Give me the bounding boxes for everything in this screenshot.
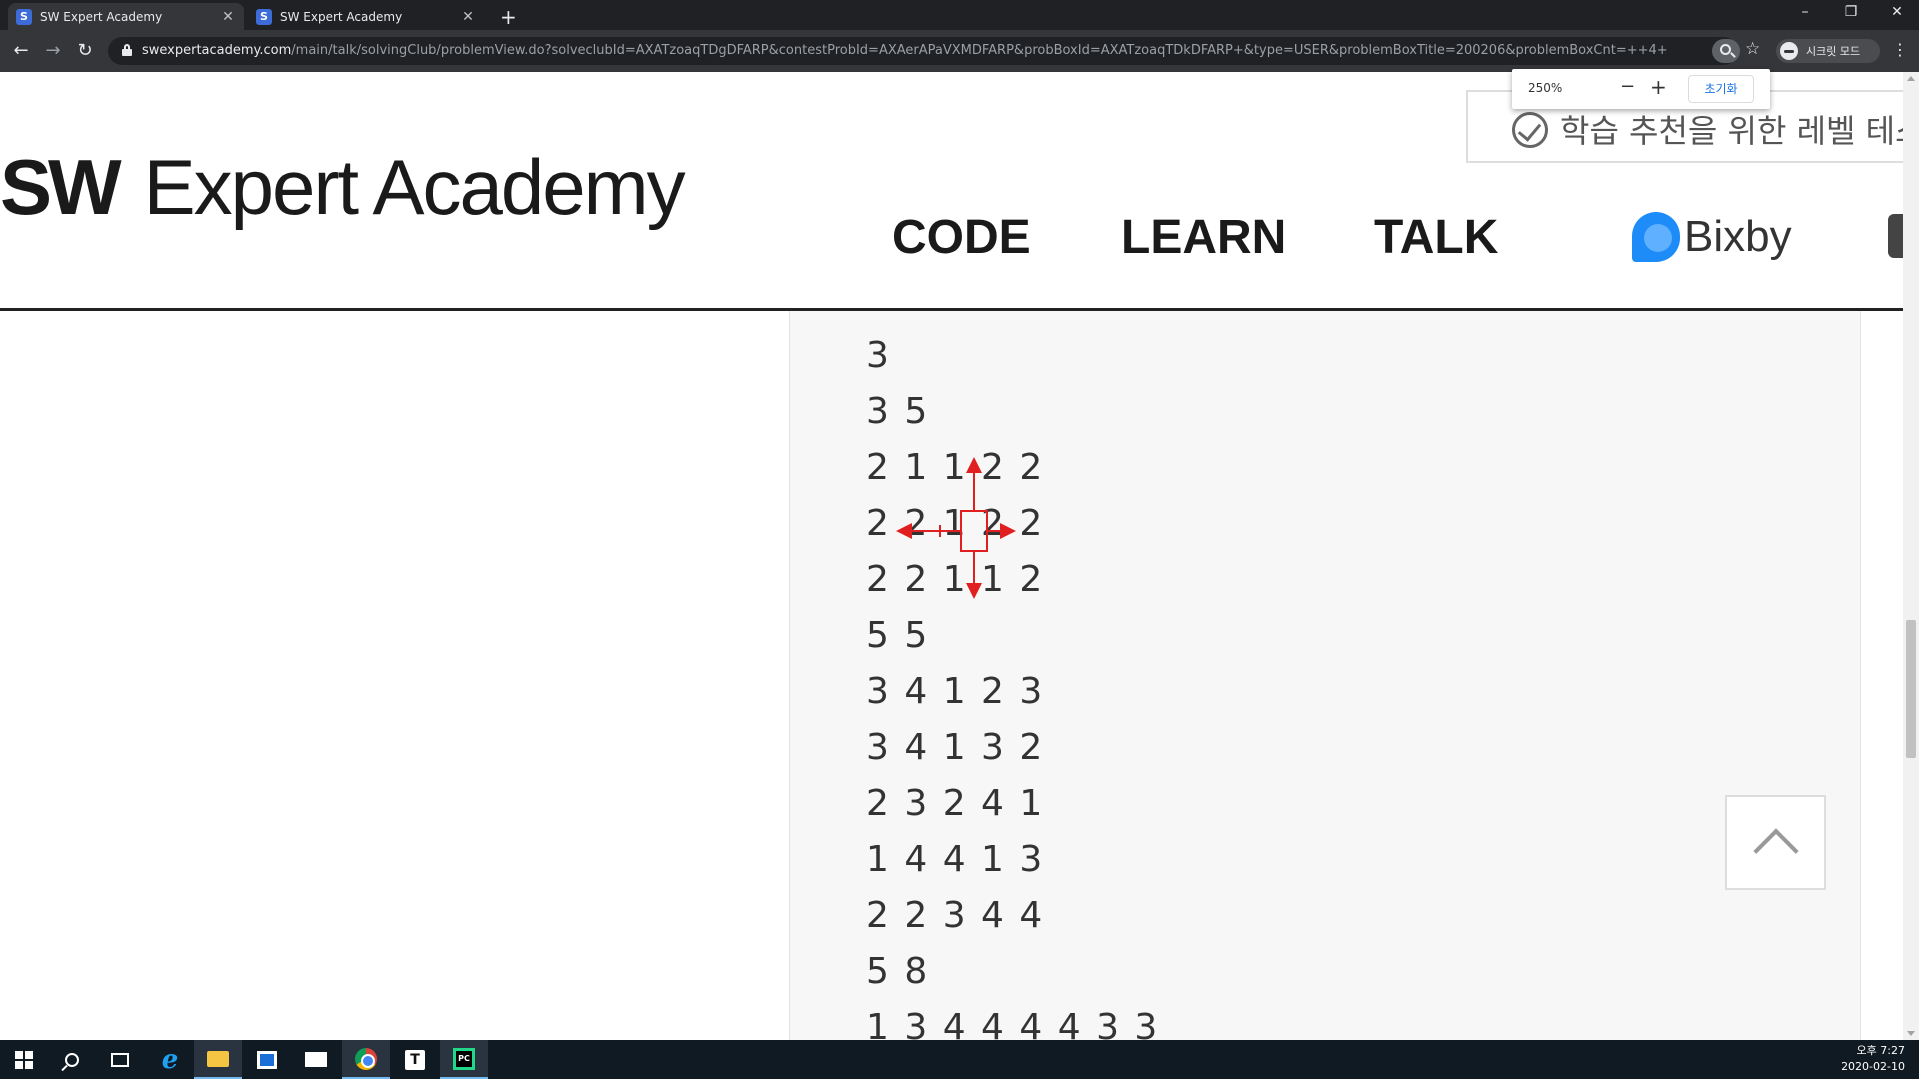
nav-learn[interactable]: LEARN xyxy=(1121,210,1286,265)
address-bar[interactable]: swexpertacademy.com/main/talk/solvingClu… xyxy=(108,37,1738,65)
input-line: 5 5 xyxy=(866,615,930,656)
input-line: 3 4 1 2 3 xyxy=(866,671,1045,712)
taskbar-store[interactable] xyxy=(243,1040,291,1079)
incognito-badge[interactable]: 시크릿 모드 xyxy=(1776,39,1880,63)
input-line: 5 8 xyxy=(866,951,930,992)
taskbar-file-explorer[interactable] xyxy=(194,1040,242,1079)
mail-icon xyxy=(305,1052,327,1067)
internet-explorer-icon: e xyxy=(161,1044,179,1075)
taskbar-chrome[interactable] xyxy=(342,1040,390,1079)
minimize-icon[interactable]: – xyxy=(1790,4,1820,20)
check-circle-icon xyxy=(1512,112,1548,148)
logo-text: Expert Academy xyxy=(143,143,686,231)
task-view-icon xyxy=(111,1052,129,1067)
favicon-icon: S xyxy=(16,8,32,25)
scroll-down-icon[interactable] xyxy=(1907,1031,1915,1036)
browser-toolbar: ← → ↻ swexpertacademy.com/main/talk/solv… xyxy=(0,30,1919,72)
page-scrollbar[interactable] xyxy=(1903,72,1919,1040)
typora-icon: T xyxy=(405,1049,425,1070)
level-test-label: 학습 추천을 위한 레벨 테스 xyxy=(1560,112,1903,150)
scrollbar-thumb[interactable] xyxy=(1906,620,1916,758)
tab-sw-expert-academy-2[interactable]: S SW Expert Academy ✕ xyxy=(248,3,484,30)
favicon-icon: S xyxy=(256,8,272,25)
restore-icon[interactable]: ❐ xyxy=(1836,4,1866,20)
input-line: 1 3 4 4 4 4 3 3 xyxy=(866,1007,1160,1040)
search-icon xyxy=(65,1052,79,1067)
url-text: swexpertacademy.com/main/talk/solvingClu… xyxy=(142,43,1682,58)
task-view-button[interactable] xyxy=(96,1040,144,1079)
logo-sw: SW xyxy=(0,143,122,231)
taskbar-typora[interactable]: T xyxy=(391,1040,439,1079)
system-clock[interactable]: 오후 7:27 2020-02-10 xyxy=(1841,1043,1905,1075)
clock-date: 2020-02-10 xyxy=(1841,1060,1905,1073)
nav-code[interactable]: CODE xyxy=(892,210,1031,265)
url-path: /main/talk/solvingClub/problemView.do?so… xyxy=(291,43,1668,58)
site-logo[interactable]: SW Expert Academy xyxy=(0,142,686,233)
forward-icon[interactable]: → xyxy=(40,38,66,64)
back-icon[interactable]: ← xyxy=(8,38,34,64)
clock-time: 오후 7:27 xyxy=(1856,1044,1905,1057)
store-icon xyxy=(257,1050,277,1069)
scroll-to-top-button[interactable] xyxy=(1725,795,1826,890)
taskbar-ie[interactable]: e xyxy=(146,1040,194,1079)
zoom-percent: 250% xyxy=(1528,81,1563,95)
reload-icon[interactable]: ↻ xyxy=(72,38,98,64)
tab-title: SW Expert Academy xyxy=(40,9,163,24)
taskbar-pycharm[interactable] xyxy=(440,1040,488,1079)
folder-icon xyxy=(207,1050,229,1067)
input-line: 3 5 xyxy=(866,391,930,432)
trophy-icon[interactable] xyxy=(1888,214,1903,258)
nav-talk[interactable]: TALK xyxy=(1374,210,1498,265)
scroll-up-icon[interactable] xyxy=(1907,76,1915,81)
input-line: 3 xyxy=(866,335,891,376)
start-button[interactable] xyxy=(0,1040,48,1079)
input-line: 2 2 3 4 4 xyxy=(866,895,1045,936)
taskbar-mail[interactable] xyxy=(292,1040,340,1079)
chevron-up-icon xyxy=(1753,828,1799,874)
zoom-reset-button[interactable]: 초기화 xyxy=(1688,75,1754,103)
close-icon[interactable]: ✕ xyxy=(460,9,476,25)
close-icon[interactable]: ✕ xyxy=(220,9,236,25)
web-page: 학습 추천을 위한 레벨 테스 SW Expert Academy CODE LE… xyxy=(0,72,1903,1040)
input-line: 2 3 2 4 1 xyxy=(866,783,1045,824)
input-line: 2 1 1 2 2 xyxy=(866,447,1045,488)
bixby-logo-icon xyxy=(1632,212,1680,262)
incognito-label: 시크릿 모드 xyxy=(1806,45,1861,58)
new-tab-button[interactable]: + xyxy=(500,5,517,29)
windows-logo-icon xyxy=(15,1050,33,1069)
nav-bixby[interactable]: Bixby xyxy=(1632,212,1792,262)
tab-bar: S SW Expert Academy ✕ S SW Expert Academ… xyxy=(0,0,1919,30)
window-close-icon[interactable]: ✕ xyxy=(1882,4,1912,20)
tab-sw-expert-academy-1[interactable]: S SW Expert Academy ✕ xyxy=(8,3,244,30)
incognito-icon xyxy=(1780,42,1798,60)
input-line: 2 2 1 1 2 xyxy=(866,559,1045,600)
windows-taskbar: e T 오후 7:27 2020-02-10 xyxy=(0,1040,1919,1079)
problem-content-panel: 3 3 5 2 1 1 2 2 2 2 1 2 2 2 2 1 1 2 5 5 3 4 1 … xyxy=(789,311,1861,1040)
search-button[interactable] xyxy=(48,1040,96,1079)
chrome-icon xyxy=(355,1047,377,1070)
url-host: swexpertacademy.com xyxy=(142,43,292,58)
zoom-popup: 250% − + 초기화 xyxy=(1512,69,1770,109)
tab-title: SW Expert Academy xyxy=(280,9,403,24)
input-line: 1 4 4 1 3 xyxy=(866,839,1045,880)
zoom-in-button[interactable]: + xyxy=(1650,75,1667,99)
bookmark-star-icon[interactable]: ☆ xyxy=(1745,39,1760,59)
zoom-icon[interactable] xyxy=(1712,39,1740,63)
bixby-label: Bixby xyxy=(1684,212,1792,261)
pycharm-icon xyxy=(453,1047,475,1070)
menu-dots-icon[interactable]: ⋮ xyxy=(1892,40,1908,59)
lock-icon xyxy=(122,44,132,56)
input-line: 2 2 1 2 2 xyxy=(866,503,1045,544)
zoom-out-button[interactable]: − xyxy=(1620,76,1635,97)
input-line: 3 4 1 3 2 xyxy=(866,727,1045,768)
